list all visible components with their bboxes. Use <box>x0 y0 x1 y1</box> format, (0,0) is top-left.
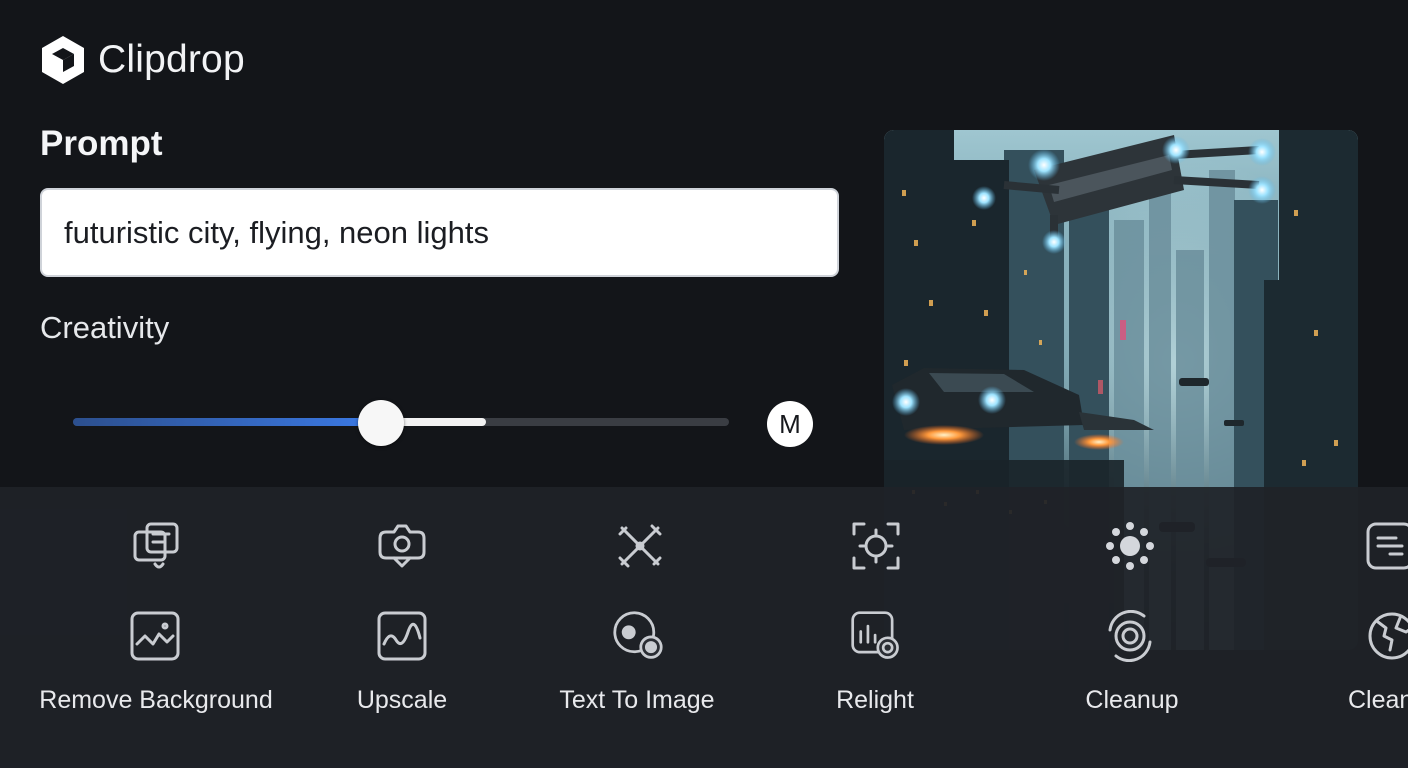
app-window: Clipdrop Prompt Creativity M <box>0 0 1408 768</box>
prompt-label: Prompt <box>40 124 163 163</box>
clipdrop-logo-icon <box>42 36 84 84</box>
camera-icon[interactable] <box>376 520 428 572</box>
tool-remove-background[interactable]: Remove Background <box>39 686 272 715</box>
slider-thumb[interactable] <box>358 400 404 446</box>
image-record-icon[interactable] <box>612 610 664 662</box>
landscape-icon[interactable] <box>129 610 181 662</box>
tools-toolbar <box>0 487 1408 768</box>
tool-clean-partial[interactable]: Clean <box>1348 686 1408 715</box>
chart-badge-icon[interactable] <box>850 610 902 662</box>
tool-upscale[interactable]: Upscale <box>357 686 447 715</box>
size-badge[interactable]: M <box>767 401 813 447</box>
orbit-icon[interactable] <box>1104 609 1156 663</box>
creativity-label: Creativity <box>40 310 170 345</box>
focus-frame-icon[interactable] <box>850 520 902 572</box>
image-edit-icon[interactable] <box>131 520 183 572</box>
sun-burst-icon[interactable] <box>1104 520 1156 572</box>
prompt-input[interactable] <box>40 188 839 277</box>
tool-text-to-image[interactable]: Text To Image <box>559 686 714 715</box>
globe-icon[interactable] <box>1366 610 1408 662</box>
creativity-slider[interactable] <box>73 400 729 446</box>
crossed-wands-icon[interactable] <box>614 520 666 572</box>
slider-fill <box>73 418 381 426</box>
text-doc-icon[interactable] <box>1364 520 1408 572</box>
app-name: Clipdrop <box>98 38 245 81</box>
tool-cleanup[interactable]: Cleanup <box>1085 686 1178 715</box>
waveform-image-icon[interactable] <box>376 610 428 662</box>
logo[interactable]: Clipdrop <box>40 34 245 86</box>
tool-relight[interactable]: Relight <box>836 686 914 715</box>
